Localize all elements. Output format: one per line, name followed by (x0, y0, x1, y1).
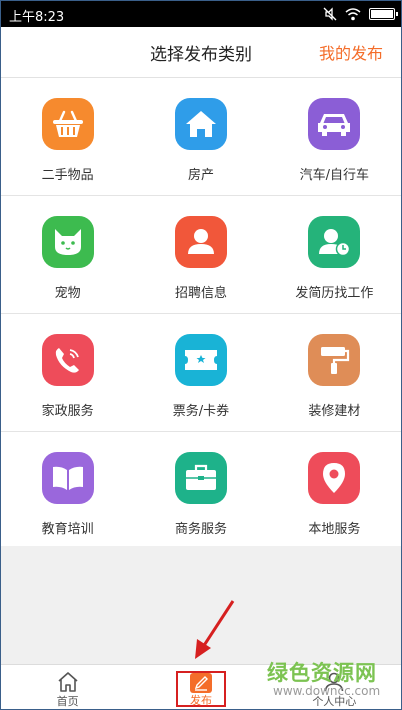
category-row: 二手物品 房产 汽车/自行车 (1, 78, 401, 196)
person-icon (174, 216, 227, 268)
category-grid: 二手物品 房产 汽车/自行车 宠物 招聘信息 发简历找工作 家政服务 票务/卡券… (1, 78, 401, 549)
category-vehicles[interactable]: 汽车/自行车 (268, 78, 401, 195)
category-label: 本地服务 (308, 522, 361, 537)
category-label: 宠物 (54, 286, 81, 301)
tab-home[interactable]: 首页 (1, 665, 134, 709)
category-label: 房产 (187, 168, 214, 183)
tab-label: 发布 (189, 694, 212, 707)
category-row: 教育培训 商务服务 本地服务 (1, 432, 401, 549)
publish-icon (189, 673, 212, 693)
mute-icon (323, 7, 337, 21)
category-label: 汽车/自行车 (299, 168, 370, 183)
status-time: 上午8:23 (9, 10, 65, 25)
phone-icon (41, 334, 94, 386)
app-screen: 上午8:23 选择发布类别 我的发布 二手物品 房产 汽车/自行车 宠物 招聘信… (0, 0, 402, 710)
category-label: 发简历找工作 (295, 286, 374, 301)
book-icon (41, 452, 94, 504)
cat-icon (41, 216, 94, 268)
category-second-hand[interactable]: 二手物品 (1, 78, 134, 195)
home-icon (58, 672, 78, 692)
category-real-estate[interactable]: 房产 (134, 78, 267, 195)
watermark-brand: 绿色资源网 (267, 661, 377, 685)
category-decoration[interactable]: 装修建材 (268, 314, 401, 431)
category-label: 票务/卡券 (172, 404, 230, 419)
category-label: 二手物品 (41, 168, 94, 183)
category-row: 宠物 招聘信息 发简历找工作 (1, 196, 401, 314)
category-recruitment[interactable]: 招聘信息 (134, 196, 267, 313)
wifi-icon (345, 7, 361, 20)
ticket-icon (174, 334, 227, 386)
tab-publish[interactable]: 发布 (134, 665, 267, 709)
category-local-services[interactable]: 本地服务 (268, 432, 401, 548)
watermark-url: www.downcc.com (273, 684, 381, 698)
briefcase-icon (174, 452, 227, 504)
status-icons (323, 5, 398, 23)
category-label: 招聘信息 (174, 286, 227, 301)
category-label: 家政服务 (41, 404, 94, 419)
house-icon (174, 98, 227, 150)
category-row: 家政服务 票务/卡券 装修建材 (1, 314, 401, 432)
category-label: 教育培训 (41, 522, 94, 537)
my-publish-link[interactable]: 我的发布 (319, 40, 383, 64)
location-pin-icon (308, 452, 361, 504)
status-bar: 上午8:23 (1, 1, 401, 27)
page-header: 选择发布类别 我的发布 (1, 27, 401, 78)
red-arrow-annotation (195, 600, 235, 659)
category-label: 装修建材 (308, 404, 361, 419)
category-job-seeking[interactable]: 发简历找工作 (268, 196, 401, 313)
car-icon (308, 98, 361, 150)
category-housekeeping[interactable]: 家政服务 (1, 314, 134, 431)
person-clock-icon (308, 216, 361, 268)
category-pets[interactable]: 宠物 (1, 196, 134, 313)
category-label: 商务服务 (174, 522, 227, 537)
basket-icon (41, 98, 94, 150)
category-business[interactable]: 商务服务 (134, 432, 267, 548)
category-education[interactable]: 教育培训 (1, 432, 134, 548)
category-tickets[interactable]: 票务/卡券 (134, 314, 267, 431)
publish-button[interactable]: 发布 (174, 669, 228, 709)
battery-icon (369, 8, 398, 20)
watermark: 绿色资源网 www.downcc.com (263, 656, 401, 706)
tab-label: 首页 (56, 695, 79, 708)
battery-fill (371, 10, 393, 18)
paint-roller-icon (308, 334, 361, 386)
